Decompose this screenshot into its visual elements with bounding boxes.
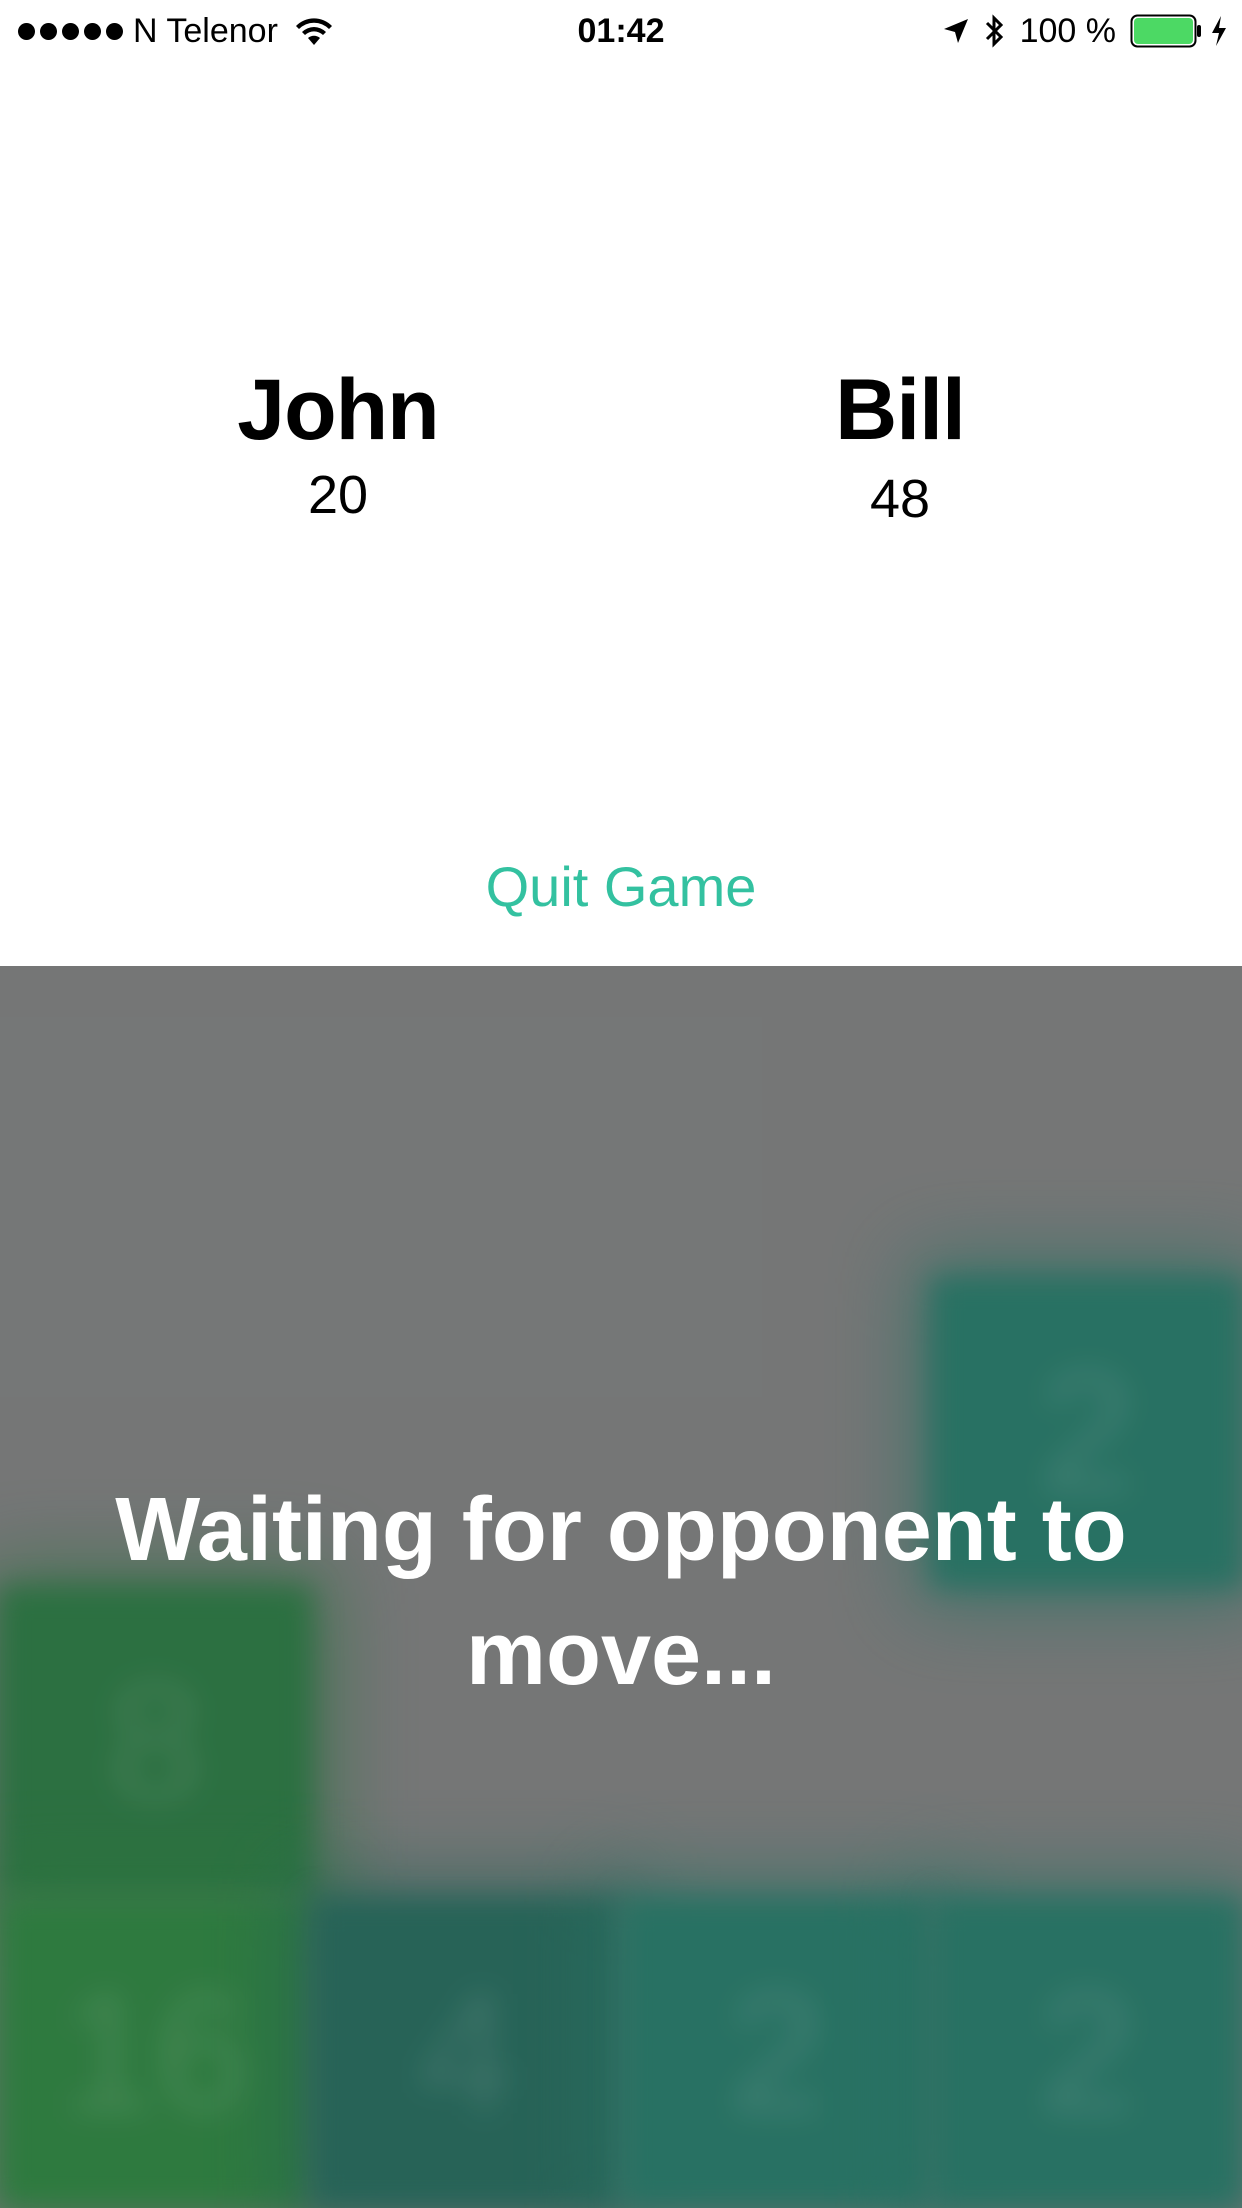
player-card-john: John 20 [138,360,538,530]
status-bar-right: 100 % [942,10,1228,52]
location-arrow-icon [943,19,968,43]
battery-icon [1130,14,1201,48]
status-bar: N Telenor 01:42 100 % [0,0,1242,62]
charging-bolt-icon [1212,16,1226,46]
bluetooth-icon [985,14,1003,48]
battery-percentage: 100 % [1019,12,1116,50]
player-name: Bill [835,362,966,458]
waiting-message: Waiting for opponent to move... [115,1480,1127,1704]
player-score: 20 [307,465,369,525]
player-name: John [237,362,439,458]
player-card-bill: Bill 48 [700,360,1100,534]
player-score: 48 [869,469,931,529]
quit-game-button[interactable]: Quit Game [0,852,1242,922]
